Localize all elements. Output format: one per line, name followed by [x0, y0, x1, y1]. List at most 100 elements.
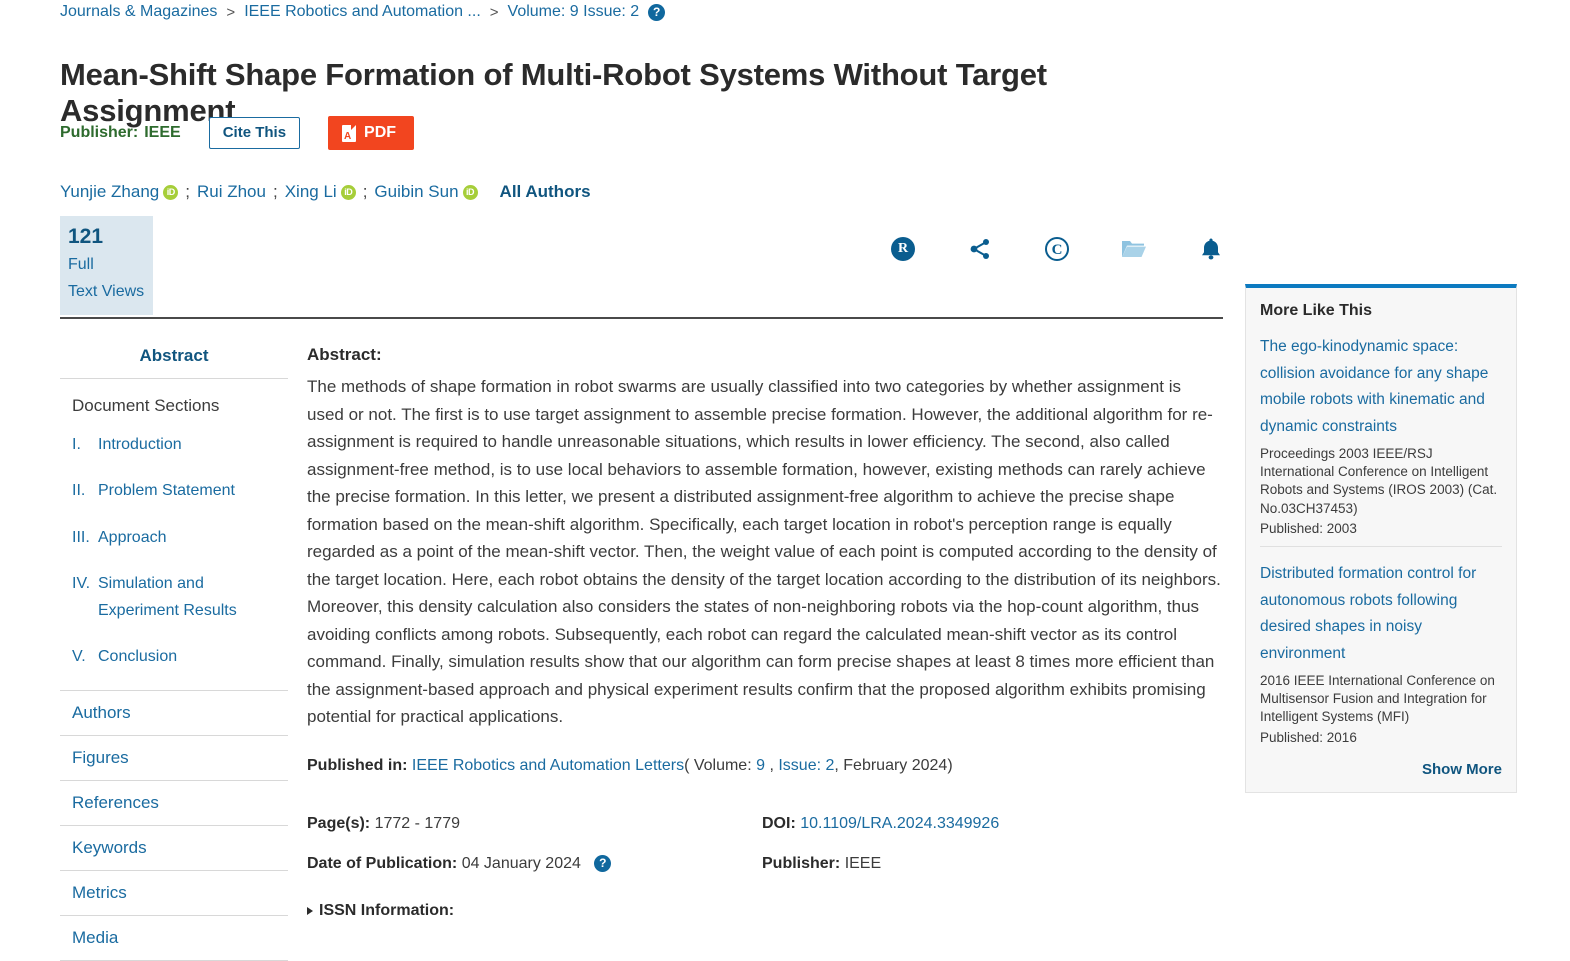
pages-cell: Page(s): 1772 - 1779	[307, 815, 762, 833]
more-like-this-source: Proceedings 2003 IEEE/RSJ International …	[1260, 445, 1498, 516]
more-like-this-panel: More Like This The ego-kinodynamic space…	[1245, 284, 1517, 793]
help-icon[interactable]: ?	[594, 855, 612, 873]
breadcrumb-item-publication[interactable]: IEEE Robotics and Automation ...	[244, 3, 481, 21]
doi-label: DOI:	[762, 815, 796, 832]
section-number: II.	[72, 482, 86, 500]
breadcrumb-separator: >	[489, 3, 499, 21]
research-alerts-icon: R	[891, 237, 915, 261]
sidebar-item-list: Authors Figures References Keywords Metr…	[60, 690, 288, 961]
sidebar-item-keywords[interactable]: Keywords	[60, 826, 288, 872]
full-text-views-box[interactable]: 121 Full Text Views	[60, 216, 153, 316]
more-like-this-published: Published: 2003	[1260, 521, 1357, 537]
pdf-button[interactable]: PDF	[328, 116, 415, 150]
folder-button[interactable]	[1115, 230, 1153, 268]
issue-suffix: , February 2024)	[834, 757, 953, 774]
publisher-label: Publisher:	[762, 855, 841, 872]
folder-icon	[1122, 241, 1146, 257]
section-number: I.	[72, 436, 81, 453]
sidebar-item-authors[interactable]: Authors	[60, 691, 288, 737]
pages-value: 1772 - 1779	[374, 815, 460, 832]
research-alerts-button[interactable]: R	[884, 230, 922, 268]
breadcrumb: Journals & Magazines > IEEE Robotics and…	[60, 3, 666, 21]
publisher-cell: Publisher: IEEE	[762, 855, 881, 873]
issn-information-toggle[interactable]: ISSN Information:	[307, 902, 454, 920]
full-text-views-label-2: Text Views	[68, 283, 145, 301]
date-cell: Date of Publication: 04 January 2024 ?	[307, 855, 762, 873]
document-sidebar: Abstract Document Sections I. Introducti…	[60, 340, 288, 961]
sidebar-item-metrics[interactable]: Metrics	[60, 871, 288, 917]
published-in-label: Published in:	[307, 757, 408, 774]
sidebar-section-problem-statement[interactable]: II. Problem Statement	[60, 468, 288, 514]
author-link-0[interactable]: Yunjie Zhang	[60, 182, 159, 202]
sidebar-item-media[interactable]: Media	[60, 916, 288, 961]
sidebar-item-references[interactable]: References	[60, 781, 288, 827]
sidebar-item-abstract[interactable]: Abstract	[60, 340, 288, 379]
alerts-button[interactable]	[1192, 230, 1230, 268]
author-separator: ;	[185, 182, 190, 201]
orcid-icon[interactable]: iD	[163, 184, 179, 200]
sidebar-item-figures[interactable]: Figures	[60, 736, 288, 782]
copyright-icon: C	[1045, 237, 1069, 261]
alerts-bell-icon	[1202, 238, 1220, 260]
more-like-this-item: Distributed formation control for autono…	[1260, 546, 1502, 755]
doi-link[interactable]: 10.1109/LRA.2024.3349926	[800, 815, 999, 832]
publisher-label: Publisher:	[60, 124, 139, 141]
all-authors-link[interactable]: All Authors	[500, 182, 591, 202]
author-link-1[interactable]: Rui Zhou	[197, 182, 266, 202]
sidebar-section-introduction[interactable]: I. Introduction	[60, 422, 288, 468]
volume-link[interactable]: 9	[756, 757, 765, 774]
journal-link[interactable]: IEEE Robotics and Automation Letters	[412, 757, 684, 774]
more-like-this-title: More Like This	[1260, 302, 1373, 319]
section-number: IV.	[72, 575, 91, 593]
section-label: Introduction	[98, 436, 182, 453]
breadcrumb-item-journals[interactable]: Journals & Magazines	[60, 3, 217, 21]
doi-cell: DOI: 10.1109/LRA.2024.3349926	[762, 815, 999, 833]
publisher-row: Publisher: IEEE Cite This PDF	[60, 114, 415, 152]
help-icon[interactable]: ?	[648, 3, 666, 21]
more-like-this-source: 2016 IEEE International Conference on Mu…	[1260, 672, 1495, 725]
more-like-this-item: The ego-kinodynamic space: collision avo…	[1260, 334, 1502, 546]
show-more-button[interactable]: Show More	[1260, 755, 1502, 782]
breadcrumb-item-issue[interactable]: Volume: 9 Issue: 2	[508, 3, 640, 21]
volume-prefix: ( Volume:	[684, 757, 757, 774]
section-label: Problem Statement	[98, 482, 235, 500]
pages-label: Page(s):	[307, 815, 371, 832]
chevron-right-icon	[307, 907, 313, 915]
orcid-icon[interactable]: iD	[462, 184, 478, 200]
pdf-button-label: PDF	[364, 124, 397, 141]
sidebar-section-conclusion[interactable]: V. Conclusion	[60, 634, 288, 680]
publisher-value: IEEE	[144, 124, 181, 141]
author-link-3[interactable]: Guibin Sun	[374, 182, 458, 202]
more-like-this-link[interactable]: The ego-kinodynamic space: collision avo…	[1260, 334, 1502, 441]
share-icon	[970, 239, 989, 259]
ieee-document-page: Journals & Magazines > IEEE Robotics and…	[0, 0, 1570, 961]
cite-this-button[interactable]: Cite This	[208, 116, 301, 150]
full-text-views-label-1: Full	[68, 255, 94, 273]
pdf-file-icon	[342, 124, 357, 142]
more-like-this-link[interactable]: Distributed formation control for autono…	[1260, 561, 1502, 668]
sidebar-section-simulation-results[interactable]: IV. Simulation and Experiment Results	[60, 561, 288, 634]
abstract-body: The methods of shape formation in robot …	[307, 377, 1221, 727]
action-icon-row: R C	[884, 230, 1230, 268]
section-label: Simulation and Experiment Results	[98, 575, 237, 619]
authors-row: Yunjie Zhang iD ; Rui Zhou ; Xing Li iD …	[60, 182, 591, 202]
sidebar-section-approach[interactable]: III. Approach	[60, 515, 288, 561]
volume-comma: ,	[765, 757, 779, 774]
more-like-this-published: Published: 2016	[1260, 729, 1357, 745]
date-of-publication-value: 04 January 2024	[461, 855, 581, 872]
issue-link[interactable]: Issue: 2	[778, 757, 834, 774]
document-sections-heading: Document Sections	[72, 396, 220, 415]
date-of-publication-label: Date of Publication:	[307, 855, 458, 872]
issn-information-label: ISSN Information:	[319, 902, 455, 919]
copyright-button[interactable]: C	[1038, 230, 1076, 268]
author-link-2[interactable]: Xing Li	[285, 182, 337, 202]
publisher-value: IEEE	[844, 855, 882, 872]
orcid-icon[interactable]: iD	[340, 184, 356, 200]
breadcrumb-separator: >	[226, 3, 236, 21]
abstract-heading: Abstract:	[307, 345, 382, 364]
author-separator: ;	[272, 182, 278, 201]
section-number: III.	[72, 528, 90, 546]
section-label: Conclusion	[98, 647, 178, 665]
section-label: Approach	[98, 528, 167, 546]
share-button[interactable]	[961, 230, 999, 268]
